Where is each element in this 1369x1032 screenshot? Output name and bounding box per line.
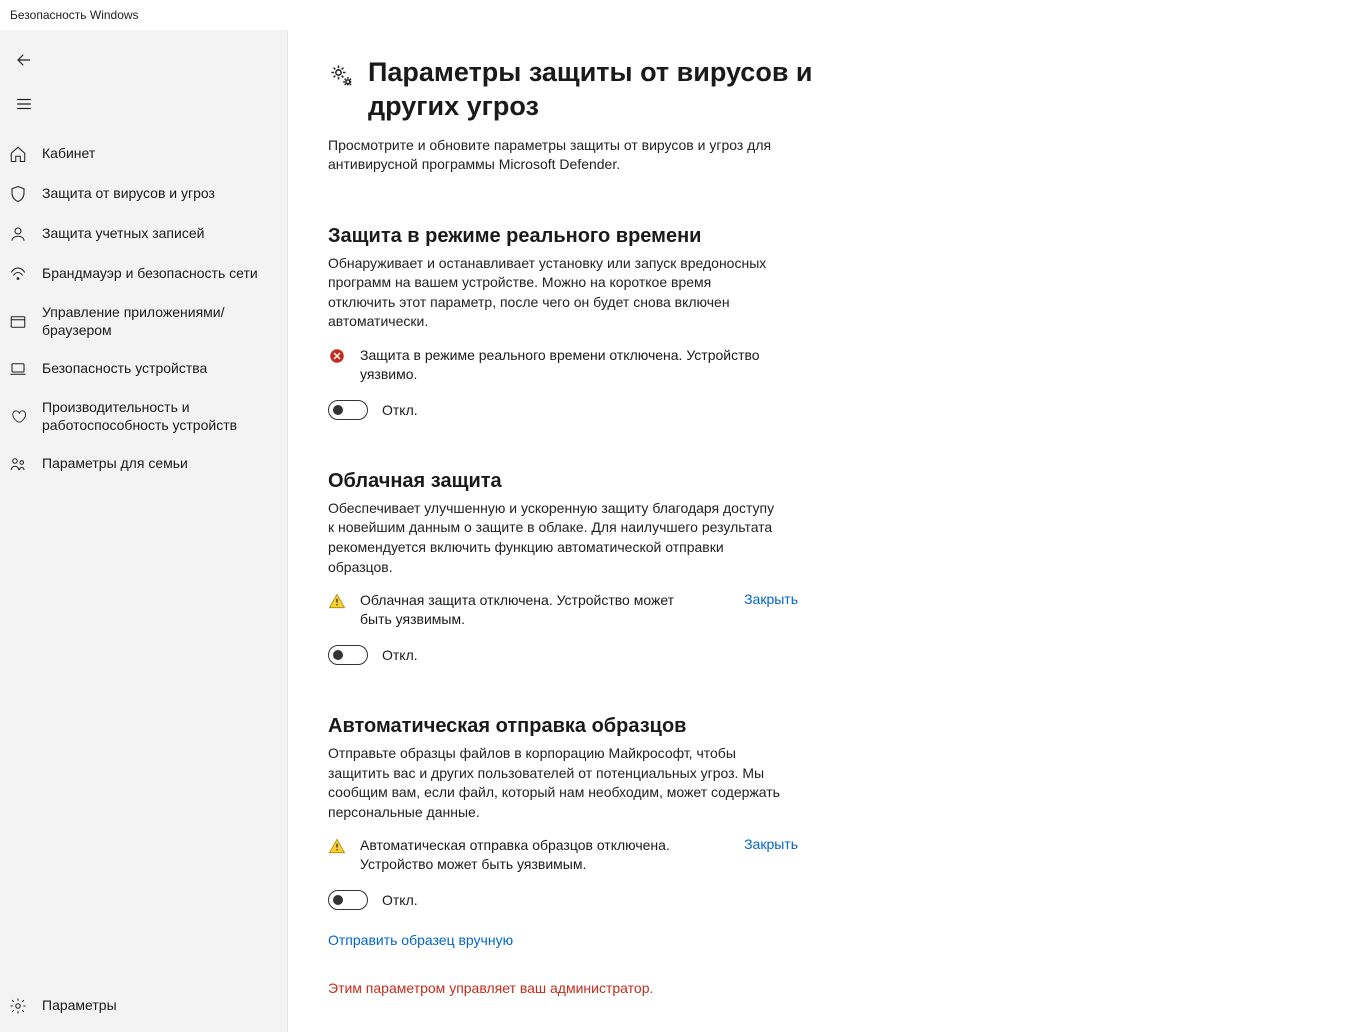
sidebar-item-label: Защита учетных записей [42,225,204,243]
sidebar-item-label: Защита от вирусов и угроз [42,185,215,203]
sidebar: Кабинет Защита от вирусов и угроз Защита… [0,30,288,1032]
window-icon [8,312,28,332]
admin-note: Этим параметром управляет ваш администра… [328,980,1329,996]
sidebar-item-device[interactable]: Безопасность устройства [0,349,287,389]
gears-icon [328,62,356,90]
toggle-cloud[interactable] [328,645,368,665]
section-realtime: Защита в режиме реального времени Обнару… [328,225,1329,420]
sidebar-item-label: Управление приложениями/браузером [42,304,279,339]
sidebar-item-home[interactable]: Кабинет [0,134,287,174]
section-description: Обнаруживает и останавливает установку и… [328,254,780,332]
error-icon [328,347,346,365]
person-icon [8,224,28,244]
sidebar-item-appcontrol[interactable]: Управление приложениями/браузером [0,294,287,349]
sidebar-item-label: Параметры [42,997,117,1015]
alert-text: Облачная защита отключена. Устройство мо… [360,591,700,629]
sidebar-item-account[interactable]: Защита учетных записей [0,214,287,254]
arrow-left-icon [15,51,33,69]
back-button[interactable] [4,40,44,80]
sidebar-item-health[interactable]: Производительность и работоспособность у… [0,389,287,444]
section-description: Отправьте образцы файлов в корпорацию Ма… [328,744,780,822]
toggle-state: Откл. [382,647,418,663]
gear-icon [8,996,28,1016]
warning-icon [328,592,346,610]
sidebar-item-virus[interactable]: Защита от вирусов и угроз [0,174,287,214]
toggle-realtime[interactable] [328,400,368,420]
sidebar-item-label: Безопасность устройства [42,360,207,378]
section-samples: Автоматическая отправка образцов Отправь… [328,715,1329,996]
sidebar-item-family[interactable]: Параметры для семьи [0,444,287,484]
shield-icon [8,184,28,204]
main-content: Параметры защиты от вирусов и других угр… [288,30,1369,1032]
laptop-icon [8,359,28,379]
toggle-samples[interactable] [328,890,368,910]
dismiss-link[interactable]: Закрыть [744,836,798,852]
sidebar-item-settings[interactable]: Параметры [0,986,287,1026]
page-title: Параметры защиты от вирусов и других угр… [368,56,848,124]
heart-icon [8,407,28,427]
window-titlebar: Безопасность Windows [0,0,1369,30]
alert-cloud: Облачная защита отключена. Устройство мо… [328,591,798,629]
sidebar-item-label: Кабинет [42,145,95,163]
home-icon [8,144,28,164]
section-cloud: Облачная защита Обеспечивает улучшенную … [328,470,1329,665]
sidebar-nav: Кабинет Защита от вирусов и угроз Защита… [0,128,287,979]
sidebar-item-label: Брандмауэр и безопасность сети [42,265,258,283]
alert-realtime: Защита в режиме реального времени отключ… [328,346,798,384]
sidebar-item-firewall[interactable]: Брандмауэр и безопасность сети [0,254,287,294]
app-title: Безопасность Windows [10,8,139,22]
toggle-state: Откл. [382,402,418,418]
hamburger-button[interactable] [4,84,44,124]
wifi-icon [8,264,28,284]
alert-text: Защита в режиме реального времени отключ… [360,346,798,384]
warning-icon [328,837,346,855]
section-title: Автоматическая отправка образцов [328,715,1329,738]
section-title: Защита в режиме реального времени [328,225,1329,248]
dismiss-link[interactable]: Закрыть [744,591,798,607]
section-title: Облачная защита [328,470,1329,493]
alert-text: Автоматическая отправка образцов отключе… [360,836,700,874]
section-description: Обеспечивает улучшенную и ускоренную защ… [328,499,780,577]
sidebar-item-label: Параметры для семьи [42,455,188,473]
family-icon [8,454,28,474]
alert-samples: Автоматическая отправка образцов отключе… [328,836,798,874]
page-description: Просмотрите и обновите параметры защиты … [328,136,780,175]
sidebar-item-label: Производительность и работоспособность у… [42,399,279,434]
toggle-state: Откл. [382,892,418,908]
manual-submit-link[interactable]: Отправить образец вручную [328,932,513,948]
menu-icon [15,95,33,113]
